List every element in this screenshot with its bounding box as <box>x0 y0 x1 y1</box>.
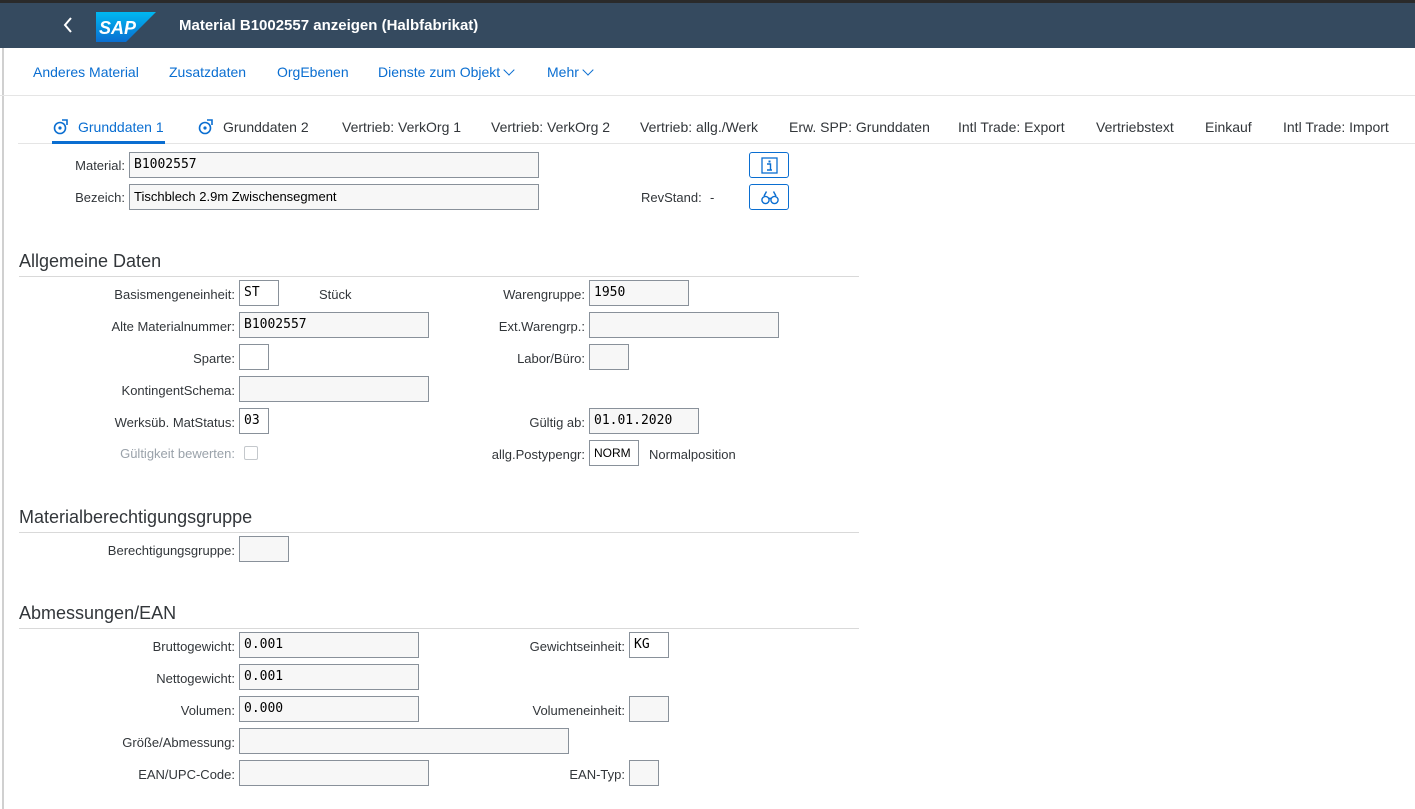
anderes-material-button[interactable]: Anderes Material <box>33 64 139 80</box>
kontingentschema-field[interactable] <box>239 376 429 402</box>
tab-vertrieb-verkorg-1[interactable]: Vertrieb: VerkOrg 1 <box>342 119 461 135</box>
sap-logo[interactable]: SAP <box>96 12 156 42</box>
alte-materialnummer-label: Alte Materialnummer: <box>111 319 235 334</box>
groesse-abmessung-field[interactable] <box>239 728 569 754</box>
page-title: Material B1002557 anzeigen (Halbfabrikat… <box>179 17 479 34</box>
revstand-label: RevStand: <box>641 190 702 205</box>
gueltigkeit-bewerten-checkbox[interactable] <box>244 446 258 460</box>
tab-label: Grunddaten 1 <box>78 119 164 135</box>
sap-logo-shape: SAP <box>96 12 156 42</box>
labor-buero-field[interactable] <box>589 344 629 370</box>
volumen-label: Volumen: <box>180 703 235 718</box>
grunddaten-icon <box>53 119 68 135</box>
material-field[interactable]: B1002557 <box>129 152 539 178</box>
tab-intl-trade-export[interactable]: Intl Trade: Export <box>958 119 1065 135</box>
chevron-down-icon <box>503 64 515 76</box>
chevron-down-icon <box>582 64 594 76</box>
tab-grunddaten-1[interactable]: Grunddaten 1 <box>52 119 164 135</box>
tab-label: Grunddaten 2 <box>223 119 309 135</box>
basismengeneinheit-label: Basismengeneinheit: <box>114 287 235 302</box>
volumeneinheit-label: Volumeneinheit: <box>532 703 625 718</box>
ext-warengrp-field[interactable] <box>589 312 779 338</box>
allg-postypengr-text: Normalposition <box>649 447 736 462</box>
allg-postypengr-field[interactable]: NORM <box>589 440 639 466</box>
section-divider <box>19 532 859 533</box>
section-divider <box>19 628 859 629</box>
bezeich-field[interactable]: Tischblech 2.9m Zwischensegment <box>129 184 539 210</box>
chevron-left-icon <box>63 17 72 33</box>
tab-vertriebstext[interactable]: Vertriebstext <box>1096 119 1174 135</box>
dienste-label: Dienste zum Objekt <box>378 64 501 80</box>
active-tab-indicator <box>52 141 165 144</box>
material-label: Material: <box>75 158 125 173</box>
info-icon <box>761 157 778 174</box>
ean-typ-field[interactable] <box>629 760 659 786</box>
tab-vertrieb-verkorg-2[interactable]: Vertrieb: VerkOrg 2 <box>491 119 610 135</box>
basismengeneinheit-text: Stück <box>319 287 352 302</box>
warengruppe-label: Warengruppe: <box>503 287 585 302</box>
materialberechtigungsgruppe-heading: Materialberechtigungsgruppe <box>19 507 253 527</box>
tab-vertrieb-allg-werk[interactable]: Vertrieb: allg./Werk <box>640 119 758 135</box>
ean-upc-code-label: EAN/UPC-Code: <box>138 767 235 782</box>
toolbar: Anderes Material Zusatzdaten OrgEbenen D… <box>0 48 1415 96</box>
labor-buero-label: Labor/Büro: <box>517 351 585 366</box>
gueltigkeit-bewerten-label: Gültigkeit bewerten: <box>120 446 235 461</box>
bruttogewicht-label: Bruttogewicht: <box>152 639 235 654</box>
revstand-value: - <box>710 190 715 205</box>
info-button[interactable] <box>749 152 789 178</box>
werksueb-matstatus-field[interactable]: 03 <box>239 408 269 434</box>
gueltig-ab-label: Gültig ab: <box>529 415 585 430</box>
nettogewicht-label: Nettogewicht: <box>156 671 235 686</box>
bezeich-label: Bezeich: <box>75 190 125 205</box>
nettogewicht-field[interactable]: 0.001 <box>239 664 419 690</box>
kontingentschema-label: KontingentSchema: <box>121 383 235 398</box>
dienste-zum-objekt-button[interactable]: Dienste zum Objekt <box>378 64 515 80</box>
volumeneinheit-field[interactable] <box>629 696 669 722</box>
back-button[interactable] <box>58 15 78 37</box>
werksueb-matstatus-label: Werksüb. MatStatus: <box>114 415 235 430</box>
left-border <box>2 48 4 809</box>
display-button[interactable] <box>749 184 789 210</box>
tab-erw-spp-grunddaten[interactable]: Erw. SPP: Grunddaten <box>789 119 930 135</box>
sparte-field[interactable] <box>239 344 269 370</box>
bruttogewicht-field[interactable]: 0.001 <box>239 632 419 658</box>
gewichtseinheit-field[interactable]: KG <box>629 632 669 658</box>
berechtigungsgruppe-field[interactable] <box>239 536 289 562</box>
shell-bar: SAP Material B1002557 anzeigen (Halbfabr… <box>0 0 1415 48</box>
mehr-label: Mehr <box>547 64 579 80</box>
allgemeine-daten-heading: Allgemeine Daten <box>19 251 162 271</box>
zusatzdaten-button[interactable]: Zusatzdaten <box>169 64 246 80</box>
svg-text:SAP: SAP <box>99 18 137 38</box>
gewichtseinheit-label: Gewichtseinheit: <box>529 639 625 654</box>
allg-postypengr-label: allg.Postypengr: <box>491 447 585 462</box>
tab-einkauf[interactable]: Einkauf <box>1205 119 1252 135</box>
ext-warengrp-label: Ext.Warengrp.: <box>498 319 585 334</box>
groesse-abmessung-label: Größe/Abmessung: <box>122 735 235 750</box>
section-divider <box>19 276 859 277</box>
alte-materialnummer-field[interactable]: B1002557 <box>239 312 429 338</box>
sparte-label: Sparte: <box>193 351 235 366</box>
berechtigungsgruppe-label: Berechtigungsgruppe: <box>107 543 235 558</box>
mehr-button[interactable]: Mehr <box>547 64 594 80</box>
basismengeneinheit-field[interactable]: ST <box>239 280 279 306</box>
warengruppe-field[interactable]: 1950 <box>589 280 689 306</box>
tab-bar: Grunddaten 1 Grunddaten 2 Vertrieb: Verk… <box>18 96 1415 144</box>
orgebenen-button[interactable]: OrgEbenen <box>277 64 349 80</box>
grunddaten-icon <box>198 119 213 135</box>
gueltig-ab-field[interactable]: 01.01.2020 <box>589 408 699 434</box>
ean-typ-label: EAN-Typ: <box>569 767 625 782</box>
glasses-icon <box>761 191 779 205</box>
tab-intl-trade-import[interactable]: Intl Trade: Import <box>1283 119 1389 135</box>
volumen-field[interactable]: 0.000 <box>239 696 419 722</box>
abmessungen-ean-heading: Abmessungen/EAN <box>19 603 177 623</box>
ean-upc-code-field[interactable] <box>239 760 429 786</box>
tab-grunddaten-2[interactable]: Grunddaten 2 <box>197 119 309 135</box>
